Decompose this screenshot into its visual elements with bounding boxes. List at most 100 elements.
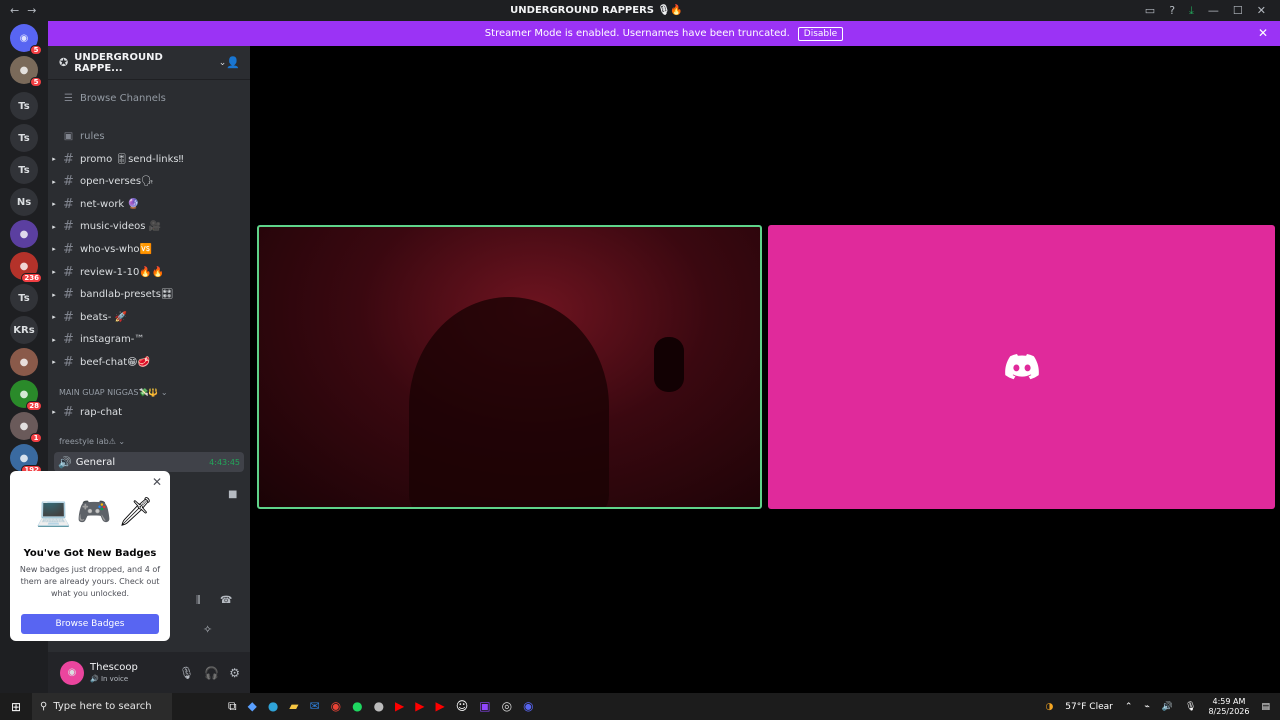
camera-video-tile[interactable] <box>257 225 762 509</box>
back-arrow-icon[interactable]: ← <box>10 4 19 17</box>
channel-item[interactable]: ▸ # beats- 🚀 <box>48 307 250 327</box>
taskbar-search[interactable]: ⚲ Type here to search <box>32 693 172 720</box>
list-icon: ☰ <box>64 92 73 104</box>
youtube-icon-1[interactable]: ▶ <box>395 699 404 714</box>
volume-icon[interactable]: 🔊 <box>1162 702 1173 712</box>
headphones-icon[interactable]: 🎧 <box>204 666 219 680</box>
microphone-icon[interactable]: 🎙 <box>179 666 194 680</box>
tray-chevron-up-icon[interactable]: ⌃ <box>1125 702 1133 712</box>
close-window-button[interactable]: ✕ <box>1257 4 1266 17</box>
outlook-icon[interactable]: ✉ <box>310 699 320 714</box>
category-main-guap[interactable]: MAIN GUAP NIGGAS💸🔱 ⌄ <box>59 388 168 397</box>
help-icon[interactable]: ? <box>1169 4 1175 17</box>
taskbar-clock[interactable]: 4:59 AM 8/25/2026 <box>1208 697 1249 717</box>
server-header[interactable]: ✪ UNDERGROUND RAPPE... ⌄ 👤 <box>48 46 250 80</box>
maximize-button[interactable]: ☐ <box>1233 4 1243 17</box>
channel-rules[interactable]: ▣ rules <box>48 126 250 146</box>
discord-video-tile[interactable] <box>768 225 1275 509</box>
voice-timer: 4:43:45 <box>209 457 240 467</box>
chrome-icon[interactable]: ◉ <box>331 699 341 714</box>
hash-icon: # <box>63 354 74 370</box>
spotify-icon[interactable]: ● <box>352 699 362 714</box>
channel-label: bandlab-presets🎛 <box>80 289 174 301</box>
file-explorer-icon[interactable]: ▰ <box>289 699 298 714</box>
server-icon[interactable]: ● 5 <box>10 56 42 87</box>
snapchat-icon[interactable]: ☺ <box>456 699 469 714</box>
copilot-icon[interactable]: ◆ <box>248 699 257 714</box>
channel-item[interactable]: ▸ # open-verses🗣 <box>48 172 250 192</box>
notifications-icon[interactable]: ▤ <box>1261 702 1270 712</box>
server-icon[interactable]: ◉ 5 <box>10 24 42 55</box>
youtube-icon-2[interactable]: ▶ <box>415 699 424 714</box>
forward-arrow-icon[interactable]: → <box>27 4 36 17</box>
mic-tray-icon[interactable]: 🎙 <box>1185 702 1196 712</box>
sword-badge-icon: 🗡 <box>117 495 154 528</box>
inbox-icon[interactable]: ▭ <box>1145 4 1155 17</box>
obs-icon[interactable]: ◎ <box>502 699 512 714</box>
close-popup-icon[interactable]: ✕ <box>152 475 162 489</box>
minimize-button[interactable]: — <box>1208 4 1219 17</box>
server-icon[interactable]: ● 1 <box>10 412 42 443</box>
app-icon-1[interactable]: ● <box>374 699 384 714</box>
user-avatar[interactable]: ◉ <box>60 660 84 685</box>
browse-badges-button[interactable]: Browse Badges <box>21 614 159 634</box>
disconnect-icon[interactable]: ☎ <box>220 595 232 606</box>
server-icon[interactable]: Ts <box>10 284 38 312</box>
windows-start-icon[interactable]: ⊞ <box>0 700 32 714</box>
channel-item[interactable]: ▸ # review-1-10🔥🔥 <box>48 262 250 282</box>
channel-item[interactable]: ▸ # promo 🎚send-links‼ <box>48 149 250 169</box>
network-icon[interactable]: ⌁ <box>1144 702 1149 712</box>
speaker-icon: 🔊 <box>58 455 72 469</box>
browse-channels[interactable]: ☰ Browse Channels <box>48 88 250 108</box>
hash-icon: # <box>63 332 74 348</box>
channel-label: instagram-™ <box>80 334 145 346</box>
mention-badge: 28 <box>26 401 42 411</box>
channel-item[interactable]: ▸ # net-work 🔮 <box>48 194 250 214</box>
channel-item[interactable]: ▸ # beef-chat😁🥩 <box>48 352 250 372</box>
server-icon[interactable]: KRs <box>10 316 38 344</box>
server-icon[interactable]: Ts <box>10 92 38 120</box>
server-icon[interactable]: ● 192 <box>10 444 42 475</box>
edge-icon[interactable]: ● <box>268 699 278 714</box>
popup-heading: You've Got New Badges <box>23 548 157 559</box>
microphone-silhouette <box>654 337 684 392</box>
invite-icon[interactable]: 👤 <box>226 56 240 69</box>
hash-icon: # <box>63 174 74 190</box>
download-icon[interactable]: ⤓ <box>1189 4 1194 18</box>
twitch-icon[interactable]: ▣ <box>479 699 490 714</box>
server-icon[interactable]: ● 28 <box>10 380 42 411</box>
camera-icon[interactable]: ■ <box>228 489 237 500</box>
discord-taskbar-icon[interactable]: ◉ <box>523 699 533 714</box>
gamepad-badge-icon: 🎮 <box>76 495 112 528</box>
title-bar: ← → UNDERGROUND RAPPERS 🎙🔥 ▭ ? ⤓ — ☐ ✕ <box>0 0 1280 21</box>
voice-channel-general[interactable]: 🔊 General 4:43:45 <box>54 452 244 472</box>
server-icon[interactable]: ● <box>10 348 38 376</box>
weather-text[interactable]: 57°F Clear <box>1065 702 1113 712</box>
server-badge-icon: ✪ <box>59 56 69 69</box>
channel-item[interactable]: ▸ # who-vs-who🆚 <box>48 239 250 259</box>
user-status: 🔊 In voice <box>90 675 129 683</box>
mention-badge: 236 <box>21 273 42 283</box>
task-view-icon[interactable]: ⧉ <box>228 699 237 714</box>
channel-item[interactable]: ▸ # instagram-™ <box>48 330 250 350</box>
settings-gear-icon[interactable]: ⚙ <box>229 666 240 680</box>
soundboard-icon[interactable]: ⫼ <box>196 595 201 606</box>
voice-status-icon: 🔊 <box>90 675 99 683</box>
server-name: UNDERGROUND RAPPE... <box>74 51 163 74</box>
weather-icon: ◑ <box>1045 701 1054 712</box>
server-icon[interactable]: Ts <box>10 124 38 152</box>
server-icon[interactable]: ● <box>10 220 38 248</box>
category-freestyle-lab[interactable]: freestyle lab⚠ ⌄ <box>59 437 125 446</box>
channel-rap-chat[interactable]: ▸ # rap-chat <box>48 402 250 422</box>
activity-icon[interactable]: ✧ <box>203 623 212 636</box>
youtube-icon-3[interactable]: ▶ <box>436 699 445 714</box>
disable-streamer-mode-button[interactable]: Disable <box>797 26 844 41</box>
close-banner-icon[interactable]: ✕ <box>1258 26 1268 40</box>
server-icon[interactable]: ● 236 <box>10 252 42 283</box>
channel-item[interactable]: ▸ # music-videos 🎥 <box>48 217 250 237</box>
channel-label: promo 🎚send-links‼ <box>80 153 184 165</box>
new-badges-popup: ✕ 💻 🎮 🗡 You've Got New Badges New badges… <box>10 471 170 641</box>
server-icon[interactable]: Ns <box>10 188 38 216</box>
channel-item[interactable]: ▸ # bandlab-presets🎛 <box>48 285 250 305</box>
server-icon[interactable]: Ts <box>10 156 38 184</box>
